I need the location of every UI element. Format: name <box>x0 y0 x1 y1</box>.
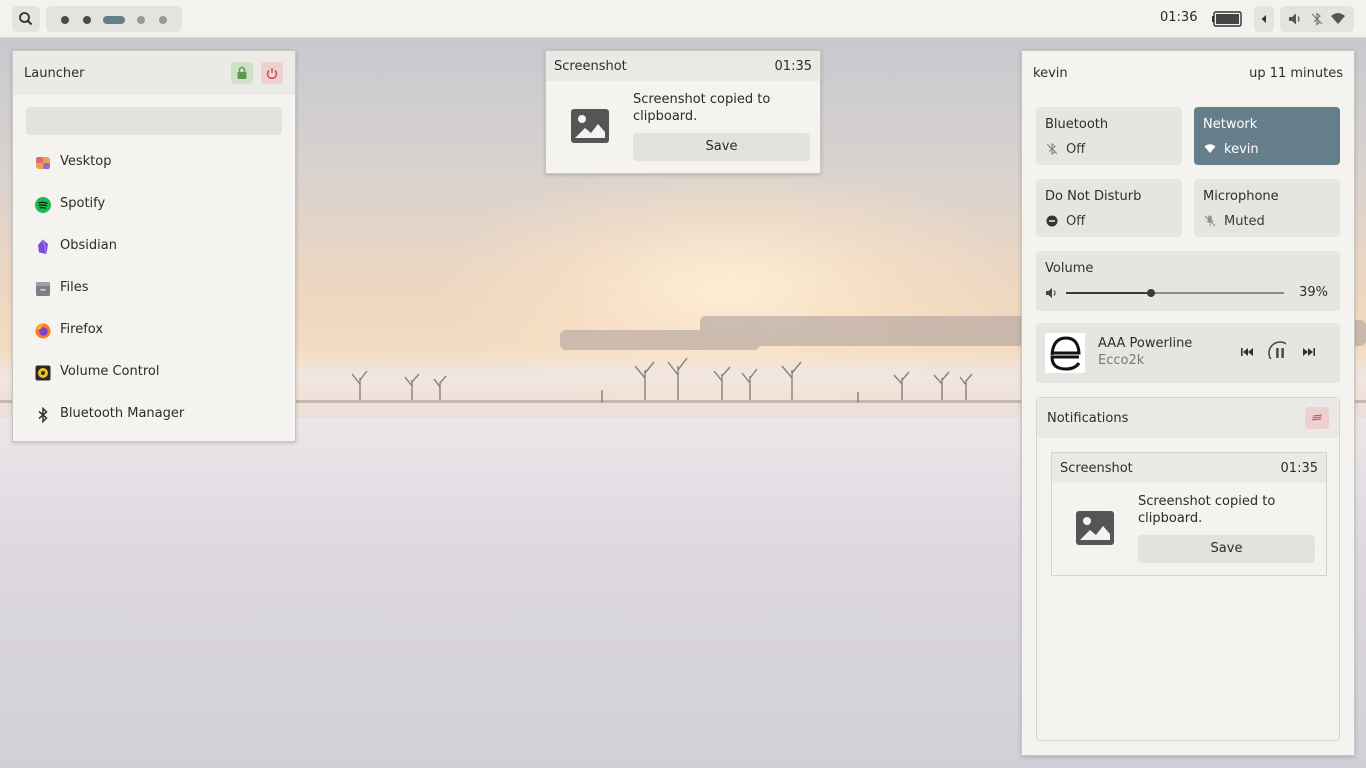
network-toggle[interactable]: Network kevin <box>1194 107 1340 165</box>
power-button[interactable] <box>261 62 283 84</box>
app-label: Files <box>60 280 89 295</box>
search-icon <box>19 12 33 26</box>
bluetooth-icon <box>38 407 48 423</box>
popup-notification: Screenshot 01:35 Screenshot copied to cl… <box>545 50 821 174</box>
files-icon <box>36 282 50 296</box>
tray-expand-button[interactable] <box>1254 6 1274 32</box>
launcher-search-input[interactable] <box>26 107 282 135</box>
volume-title: Volume <box>1045 261 1094 276</box>
dnd-icon <box>1046 215 1058 227</box>
app-label: Volume Control <box>60 364 160 379</box>
workspace-dot-4[interactable] <box>137 16 145 24</box>
system-tray <box>1280 6 1354 32</box>
volume-icon[interactable] <box>1288 12 1302 26</box>
tile-status: Off <box>1066 214 1086 229</box>
tile-status: Off <box>1066 142 1086 157</box>
search-button[interactable] <box>12 6 40 32</box>
app-item-volume-control[interactable]: Volume Control <box>21 355 287 391</box>
microphone-muted-icon <box>1204 215 1216 227</box>
notification-time: 01:35 <box>774 59 812 74</box>
image-icon <box>571 109 609 143</box>
launcher-title: Launcher <box>24 66 85 81</box>
volume-control-icon <box>35 365 51 381</box>
battery-icon[interactable] <box>1212 11 1242 27</box>
power-icon <box>266 68 278 79</box>
workspace-dot-3-active[interactable] <box>103 16 125 24</box>
notification-time: 01:35 <box>1280 461 1318 476</box>
image-icon <box>1076 511 1114 545</box>
album-art-logo <box>1050 336 1081 371</box>
clock[interactable]: 01:36 <box>1160 10 1197 25</box>
album-art <box>1045 333 1085 373</box>
bluetooth-off-icon <box>1046 143 1058 155</box>
lock-icon <box>237 66 247 79</box>
app-label: Firefox <box>60 322 104 337</box>
lock-button[interactable] <box>231 62 253 84</box>
save-button[interactable]: Save <box>1138 535 1315 563</box>
notification-app-name: Screenshot <box>1060 461 1133 476</box>
clear-all-icon <box>1311 414 1323 421</box>
tile-title: Do Not Disturb <box>1045 189 1142 204</box>
app-item-firefox[interactable]: Firefox <box>21 313 287 349</box>
tile-status: Muted <box>1224 214 1265 229</box>
spotify-icon <box>35 197 51 213</box>
wifi-icon <box>1204 144 1216 153</box>
workspace-dot-2[interactable] <box>83 16 91 24</box>
microphone-toggle[interactable]: Microphone Muted <box>1194 179 1340 237</box>
chevron-left-icon <box>1261 15 1266 23</box>
tile-title: Network <box>1203 117 1258 132</box>
track-title: AAA Powerline <box>1098 336 1193 351</box>
app-item-bluetooth-manager[interactable]: Bluetooth Manager <box>21 397 287 433</box>
launcher-panel: Launcher Vesktop Spotify Obsidian Files … <box>12 50 296 442</box>
tile-title: Microphone <box>1203 189 1279 204</box>
do-not-disturb-toggle[interactable]: Do Not Disturb Off <box>1036 179 1182 237</box>
obsidian-icon <box>38 239 48 255</box>
volume-slider-fill <box>1066 292 1152 294</box>
firefox-icon <box>35 323 51 339</box>
notification-header: Screenshot 01:35 <box>1052 453 1326 483</box>
bluetooth-toggle[interactable]: Bluetooth Off <box>1036 107 1182 165</box>
notification-app-name: Screenshot <box>554 59 627 74</box>
previous-track-icon[interactable] <box>1238 343 1256 361</box>
quick-settings-panel: kevin up 11 minutes Bluetooth Off Networ… <box>1021 50 1355 756</box>
username: kevin <box>1033 66 1068 81</box>
notification-center-title: Notifications <box>1047 411 1129 426</box>
bluetooth-off-icon[interactable] <box>1310 12 1324 26</box>
app-label: Obsidian <box>60 238 117 253</box>
app-label: Spotify <box>60 196 106 211</box>
clear-notifications-button[interactable] <box>1305 407 1329 429</box>
app-item-vesktop[interactable]: Vesktop <box>21 145 287 181</box>
track-artist: Ecco2k <box>1098 353 1145 368</box>
notification-message: Screenshot copied to clipboard. <box>1138 494 1276 526</box>
volume-card: Volume 39% <box>1036 251 1340 311</box>
tile-title: Bluetooth <box>1045 117 1109 132</box>
workspace-dot-1[interactable] <box>61 16 69 24</box>
workspace-dot-5[interactable] <box>159 16 167 24</box>
tile-status: kevin <box>1224 142 1259 157</box>
app-item-obsidian[interactable]: Obsidian <box>21 229 287 265</box>
app-label: Bluetooth Manager <box>60 406 185 421</box>
notification-message: Screenshot copied to clipboard. <box>633 92 771 124</box>
notification-card: Screenshot 01:35 Screenshot copied to cl… <box>1051 452 1327 576</box>
next-track-icon[interactable] <box>1300 343 1318 361</box>
top-bar: 01:36 <box>0 0 1366 38</box>
volume-slider-handle[interactable] <box>1147 289 1156 297</box>
pause-icon[interactable] <box>1268 341 1286 359</box>
media-player-card: AAA Powerline Ecco2k <box>1036 323 1340 383</box>
app-item-files[interactable]: Files <box>21 271 287 307</box>
wifi-icon[interactable] <box>1330 12 1346 26</box>
app-label: Vesktop <box>60 154 112 169</box>
vesktop-icon <box>36 157 50 169</box>
save-button[interactable]: Save <box>633 133 810 161</box>
uptime: up 11 minutes <box>1249 66 1343 81</box>
workspace-switcher <box>46 6 182 32</box>
notification-header: Screenshot 01:35 <box>546 51 820 81</box>
volume-percent: 39% <box>1299 285 1328 300</box>
app-item-spotify[interactable]: Spotify <box>21 187 287 223</box>
notification-center: Notifications Screenshot 01:35 Screensho… <box>1036 397 1340 741</box>
volume-icon <box>1046 288 1056 298</box>
volume-slider[interactable] <box>1066 289 1284 297</box>
